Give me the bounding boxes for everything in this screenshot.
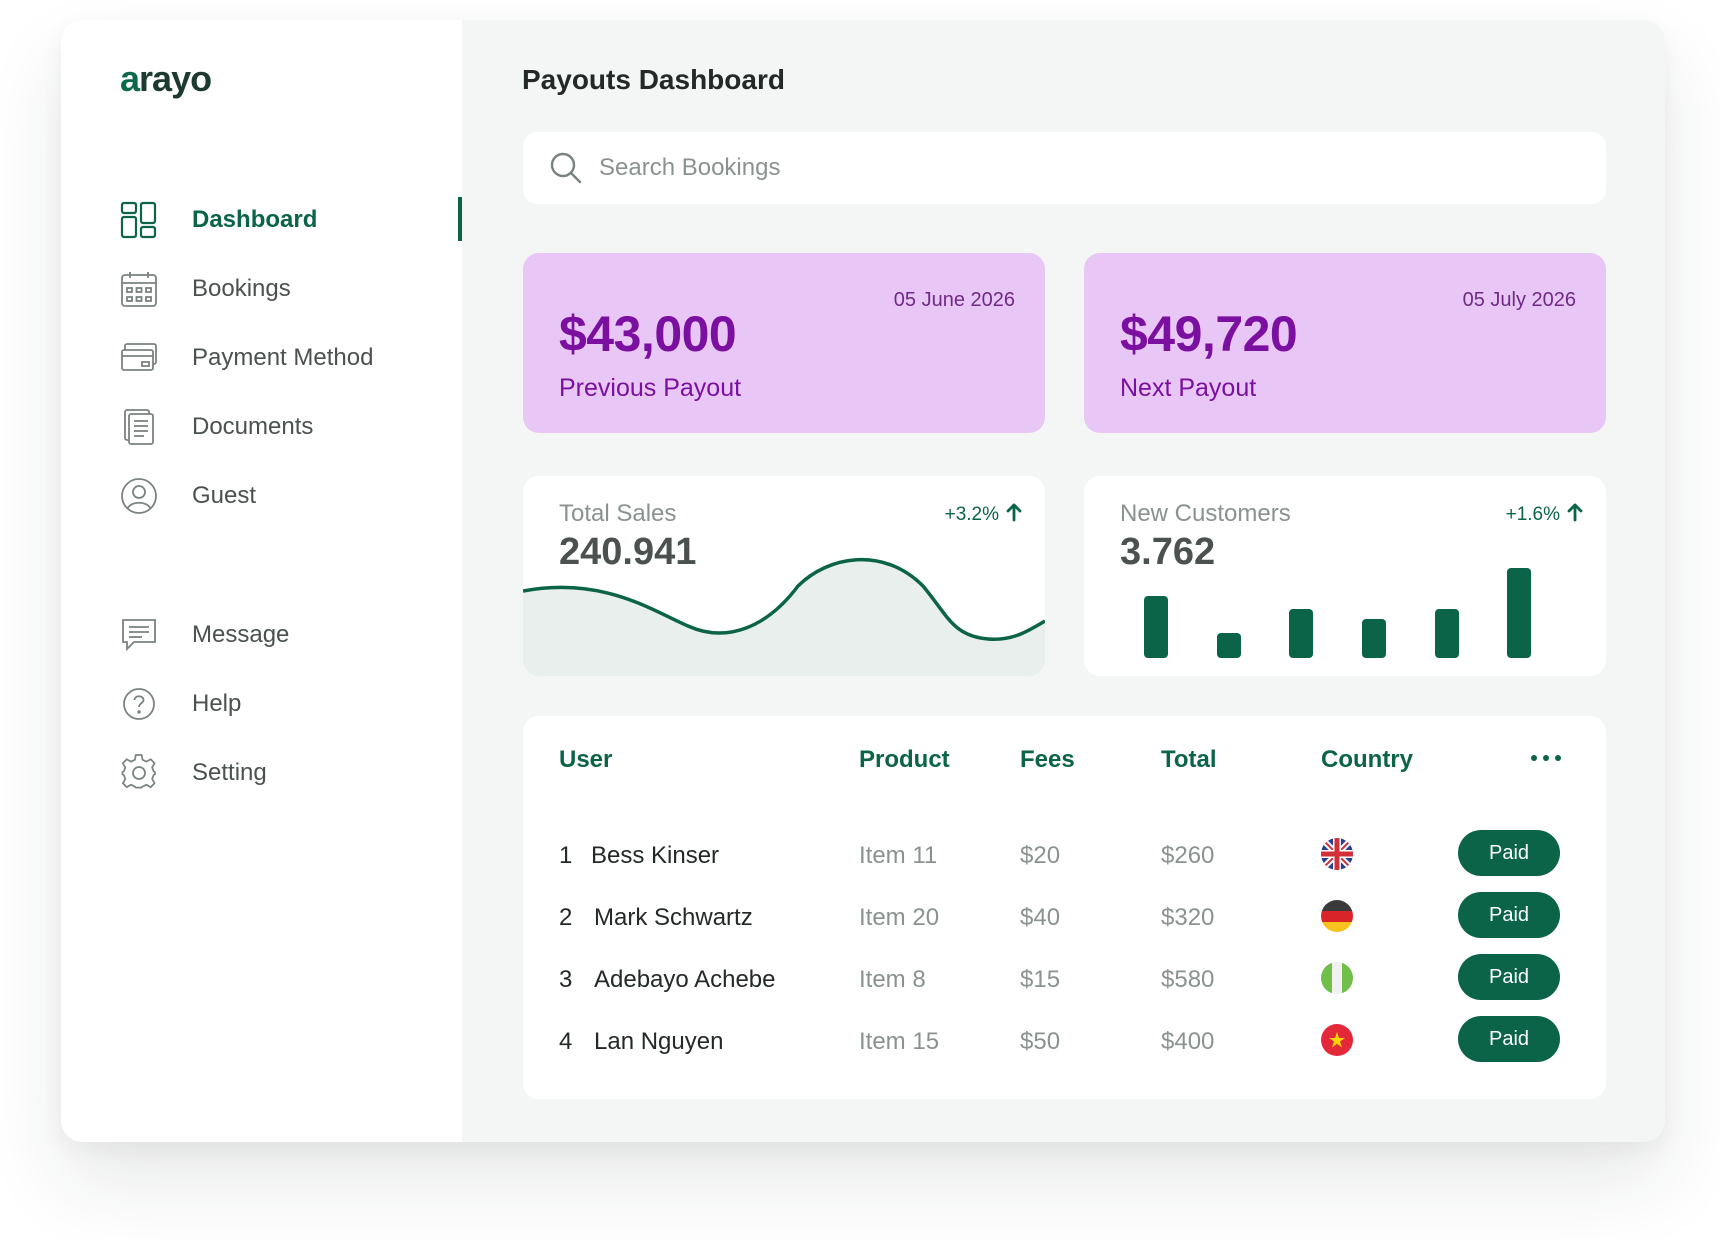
arrow-up-icon [1005,502,1023,528]
column-header-user[interactable]: User [559,746,612,774]
row-user: Mark Schwartz [594,904,753,931]
uk-flag-icon [1321,838,1353,870]
row-number: 4 [559,1028,573,1055]
sidebar-item-label: Bookings [192,275,291,302]
page-title: Payouts Dashboard [522,64,785,95]
status-paid-button[interactable]: Paid [1458,954,1560,1000]
search-bar[interactable] [523,132,1606,204]
total-sales-card: Total Sales 240.941 +3.2% [523,476,1045,676]
customers-bar-chart [1144,568,1531,658]
main-content: Payouts Dashboard 05 June 2026 $43,000 P… [462,20,1665,1142]
sidebar-item-payment-method[interactable]: Payment Method [119,334,461,382]
stat-change: +3.2% [945,502,1023,528]
payout-date: 05 June 2026 [893,289,1015,311]
sidebar-item-bookings[interactable]: Bookings [119,265,461,313]
chart-bar [1144,596,1168,658]
next-payout-card: 05 July 2026 $49,720 Next Payout [1084,253,1606,433]
sidebar-item-label: Documents [192,413,314,440]
status-paid-button[interactable]: Paid [1458,1016,1560,1062]
previous-payout-card: 05 June 2026 $43,000 Previous Payout [523,253,1045,433]
row-total: $260 [1161,842,1215,869]
sidebar-item-label: Help [192,690,242,717]
table-row[interactable]: 4 Lan Nguyen Item 15 $50 $400 Paid [523,1016,1606,1066]
row-fees: $20 [1020,842,1061,869]
vietnam-flag-icon [1321,1024,1353,1056]
app-logo[interactable]: arayo [120,58,212,100]
chart-bar [1362,619,1386,658]
search-icon [549,151,583,185]
column-header-total[interactable]: Total [1161,746,1217,774]
row-total: $580 [1161,966,1215,993]
grid-icon [119,200,159,240]
column-header-product[interactable]: Product [859,746,950,774]
row-number: 1 [559,842,573,869]
row-total: $400 [1161,1028,1215,1055]
status-paid-button[interactable]: Paid [1458,830,1560,876]
logo-prefix: a [120,58,140,99]
help-icon [119,684,159,724]
payout-amount: $49,720 [1120,306,1298,362]
sidebar: arayo Dashboard Bookings Payment Method … [61,20,462,1142]
row-product: Item 15 [859,1028,940,1055]
payout-date: 05 July 2026 [1462,289,1576,311]
sidebar-item-guest[interactable]: Guest [119,472,461,520]
table-row[interactable]: 1 Bess Kinser Item 11 $20 $260 Paid [523,830,1606,880]
message-icon [119,615,159,655]
sidebar-item-label: Guest [192,482,257,509]
chart-bar [1217,633,1241,658]
row-number: 2 [559,904,573,931]
stat-title: Total Sales [559,500,677,527]
sidebar-item-label: Setting [192,759,267,786]
chart-bar [1507,568,1531,658]
chart-bar [1289,609,1313,658]
nigeria-flag-icon [1321,962,1353,994]
more-options-icon[interactable] [1531,754,1561,762]
row-product: Item 8 [859,966,926,993]
table-row[interactable]: 3 Adebayo Achebe Item 8 $15 $580 Paid [523,954,1606,1004]
row-product: Item 20 [859,904,940,931]
calendar-icon [119,269,159,309]
row-fees: $50 [1020,1028,1061,1055]
sidebar-item-label: Message [192,621,290,648]
app-window: arayo Dashboard Bookings Payment Method … [61,20,1665,1142]
status-paid-button[interactable]: Paid [1458,892,1560,938]
stat-change-label: +3.2% [944,504,999,525]
germany-flag-icon [1321,900,1353,932]
sidebar-item-label: Dashboard [192,206,318,233]
sidebar-item-message[interactable]: Message [119,611,461,659]
sales-area-fill [523,559,1045,676]
sidebar-item-dashboard[interactable]: Dashboard [119,196,461,244]
bookings-table: User Product Fees Total Country 1 Bess K… [523,716,1606,1099]
payout-caption: Previous Payout [559,374,742,402]
row-number: 3 [559,966,573,993]
search-input[interactable] [599,154,1499,182]
row-product: Item 11 [859,842,938,869]
new-customers-card: New Customers 3.762 +1.6% [1084,476,1606,676]
row-user: Lan Nguyen [594,1028,724,1055]
user-icon [119,476,159,516]
row-user: Adebayo Achebe [594,966,776,993]
sidebar-item-setting[interactable]: Setting [119,749,461,797]
payout-amount: $43,000 [559,306,737,362]
logo-rest: rayo [139,58,212,99]
document-icon [119,407,159,447]
sidebar-item-help[interactable]: Help [119,680,461,728]
sidebar-item-documents[interactable]: Documents [119,403,461,451]
gear-icon [119,753,159,793]
row-fees: $15 [1020,966,1061,993]
chart-bar [1435,609,1459,658]
column-header-country[interactable]: Country [1321,746,1413,774]
row-total: $320 [1161,904,1215,931]
payout-caption: Next Payout [1120,374,1257,402]
credit-card-icon [119,338,159,378]
table-row[interactable]: 2 Mark Schwartz Item 20 $40 $320 Paid [523,892,1606,942]
stat-value: 240.941 [559,531,697,573]
row-fees: $40 [1020,904,1061,931]
row-user: Bess Kinser [591,842,720,869]
sidebar-item-label: Payment Method [192,344,374,371]
column-header-fees[interactable]: Fees [1020,746,1075,774]
